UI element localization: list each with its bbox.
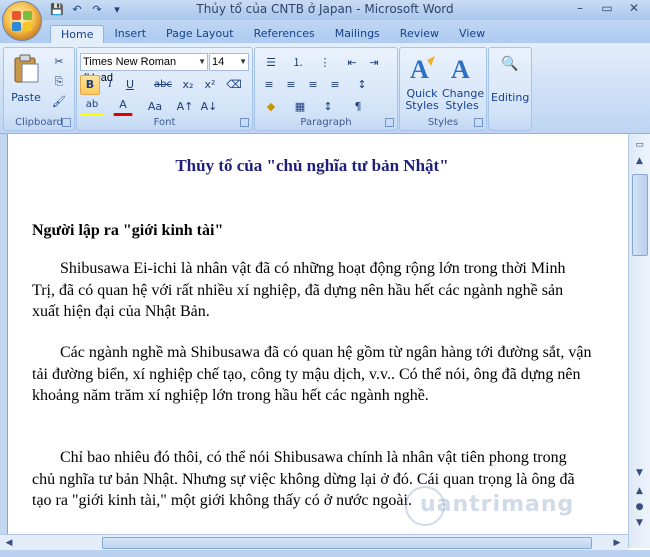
window-title: Thủy tổ của CNTB ở Japan - Microsoft Wor… [196, 2, 454, 16]
change-styles-button[interactable]: A Change Styles [442, 52, 484, 112]
line-spacing-icon[interactable]: ↕ [349, 75, 375, 95]
scroll-right-icon[interactable]: ▶ [610, 536, 624, 550]
align-left-icon[interactable]: ≡ [258, 75, 280, 95]
paste-button[interactable]: Paste [8, 52, 44, 112]
tab-view[interactable]: View [449, 25, 495, 43]
cut-icon[interactable]: ✂ [50, 52, 68, 72]
font-group-label: Font [153, 117, 176, 128]
grow-font-button[interactable]: A↑ [173, 97, 197, 117]
center-icon[interactable]: ≡ [280, 75, 302, 95]
chevron-down-icon: ▼ [198, 57, 206, 66]
copy-icon[interactable]: ⎘ [50, 72, 68, 92]
justify-icon[interactable]: ≡ [324, 75, 346, 95]
subscript-button[interactable]: x₂ [177, 75, 199, 95]
bullets-icon[interactable]: ☰ [258, 53, 284, 73]
font-size-input[interactable]: 14 ▼ [209, 53, 249, 71]
window-controls: – ▭ ✕ [568, 1, 646, 17]
page-edge [7, 134, 8, 548]
document-title: Thủy tổ của "chủ nghĩa tư bản Nhật" [175, 156, 449, 175]
numbering-icon[interactable]: ⒈ [285, 53, 311, 73]
editing-group: 🔍 Editing [488, 47, 532, 131]
editing-button[interactable]: 🔍 Editing [491, 52, 529, 112]
next-page-icon[interactable]: ▼ [632, 516, 647, 530]
left-margin [0, 134, 7, 548]
tab-review[interactable]: Review [390, 25, 449, 43]
format-painter-icon[interactable]: 🖌 [50, 92, 68, 112]
quick-styles-label-2: Styles [405, 99, 439, 112]
svg-text:A: A [410, 55, 429, 82]
paste-icon [14, 54, 39, 83]
highlight-icon[interactable]: ab [80, 97, 104, 116]
svg-text:A: A [451, 55, 470, 82]
superscript-button[interactable]: x² [199, 75, 221, 95]
clipboard-group: Paste ✂ ⎘ 🖌 Clipboard [3, 47, 75, 131]
quick-styles-button[interactable]: A Quick Styles [403, 52, 441, 112]
office-button[interactable] [3, 2, 41, 40]
change-styles-icon: A [451, 55, 470, 82]
show-marks-icon[interactable]: ¶ [347, 97, 369, 117]
font-launcher-icon[interactable] [240, 118, 249, 127]
font-group: Times New Roman (Head ▼ 14 ▼ B I U abc x… [76, 47, 253, 131]
office-logo-icon [12, 11, 32, 31]
paragraph-group-label: Paragraph [300, 117, 352, 128]
paragraph-2: Các ngành nghề mà Shibusawa đã có quan h… [32, 344, 592, 404]
multilevel-list-icon[interactable]: ⋮ [312, 53, 338, 73]
scroll-left-icon[interactable]: ◀ [2, 536, 16, 550]
paragraph-launcher-icon[interactable] [385, 118, 394, 127]
decrease-indent-icon[interactable]: ⇤ [341, 53, 363, 73]
sort-icon[interactable]: ↕ [317, 97, 339, 117]
tab-insert[interactable]: Insert [104, 25, 156, 43]
font-color-icon[interactable]: A [113, 97, 133, 116]
horizontal-scrollbar[interactable]: ◀ ▶ [0, 534, 628, 551]
tab-page-layout[interactable]: Page Layout [156, 25, 244, 43]
borders-icon[interactable]: ▦ [287, 97, 313, 117]
clear-formatting-icon[interactable]: ⌫ [223, 75, 245, 95]
change-case-button[interactable]: Aa [143, 97, 167, 117]
title-bar: 💾 ↶ ↷ ▾ Thủy tổ của CNTB ở Japan - Micro… [0, 0, 650, 20]
tab-mailings[interactable]: Mailings [325, 25, 390, 43]
bold-button[interactable]: B [80, 75, 100, 95]
clipboard-launcher-icon[interactable] [62, 118, 71, 127]
document-heading: Người lập ra "giới kinh tài" [32, 222, 224, 239]
scroll-down-icon[interactable]: ▼ [632, 466, 647, 480]
minimize-button[interactable]: – [568, 1, 592, 17]
tab-references[interactable]: References [244, 25, 325, 43]
vertical-scroll-thumb[interactable] [632, 174, 648, 256]
binoculars-icon: 🔍 [501, 56, 519, 72]
paragraph-group: ☰ ⒈ ⋮ ⇤ ⇥ ≡ ≡ ≡ ≡ ↕ ◆ ▦ ↕ ¶ Paragraph [254, 47, 398, 131]
increase-indent-icon[interactable]: ⇥ [363, 53, 385, 73]
font-name-input[interactable]: Times New Roman (Head ▼ [80, 53, 208, 84]
align-right-icon[interactable]: ≡ [302, 75, 324, 95]
maximize-button[interactable]: ▭ [595, 1, 619, 17]
shrink-font-button[interactable]: A↓ [197, 97, 221, 117]
font-size-value: 14 [212, 56, 225, 68]
strikethrough-button[interactable]: abc [149, 75, 177, 95]
scroll-up-icon[interactable]: ▲ [632, 154, 647, 168]
change-styles-label-2: Styles [445, 99, 479, 112]
select-browse-object-icon[interactable]: ● [632, 500, 647, 514]
ribbon: Paste ✂ ⎘ 🖌 Clipboard Times New Roman (H… [0, 43, 650, 134]
shading-icon[interactable]: ◆ [258, 97, 284, 117]
quick-styles-icon: A [410, 55, 435, 82]
styles-launcher-icon[interactable] [474, 118, 483, 127]
document-page[interactable]: Thủy tổ của "chủ nghĩa tư bản Nhật" Ngườ… [32, 134, 632, 534]
styles-group: A Quick Styles A Change Styles Styles [399, 47, 487, 131]
paste-label: Paste [11, 91, 41, 104]
paragraph-1: Shibusawa Ei-ichi là nhân vật đã có nhữn… [32, 260, 566, 320]
vertical-scrollbar[interactable]: ▭ ▲ ▼ ▲ ● ▼ [628, 134, 650, 548]
status-bar [0, 550, 650, 557]
horizontal-scroll-thumb[interactable] [102, 537, 592, 549]
ruler-toggle-icon[interactable]: ▭ [632, 138, 647, 152]
underline-button[interactable]: U [120, 75, 140, 95]
previous-page-icon[interactable]: ▲ [632, 484, 647, 498]
italic-button[interactable]: I [100, 75, 120, 95]
watermark-text: uantrimang [420, 492, 575, 517]
tab-home[interactable]: Home [50, 25, 105, 44]
close-button[interactable]: ✕ [622, 1, 646, 17]
ribbon-tab-bar: Home Insert Page Layout References Maili… [0, 20, 650, 44]
chevron-down-icon: ▼ [239, 57, 247, 66]
editing-label: Editing [491, 91, 530, 104]
